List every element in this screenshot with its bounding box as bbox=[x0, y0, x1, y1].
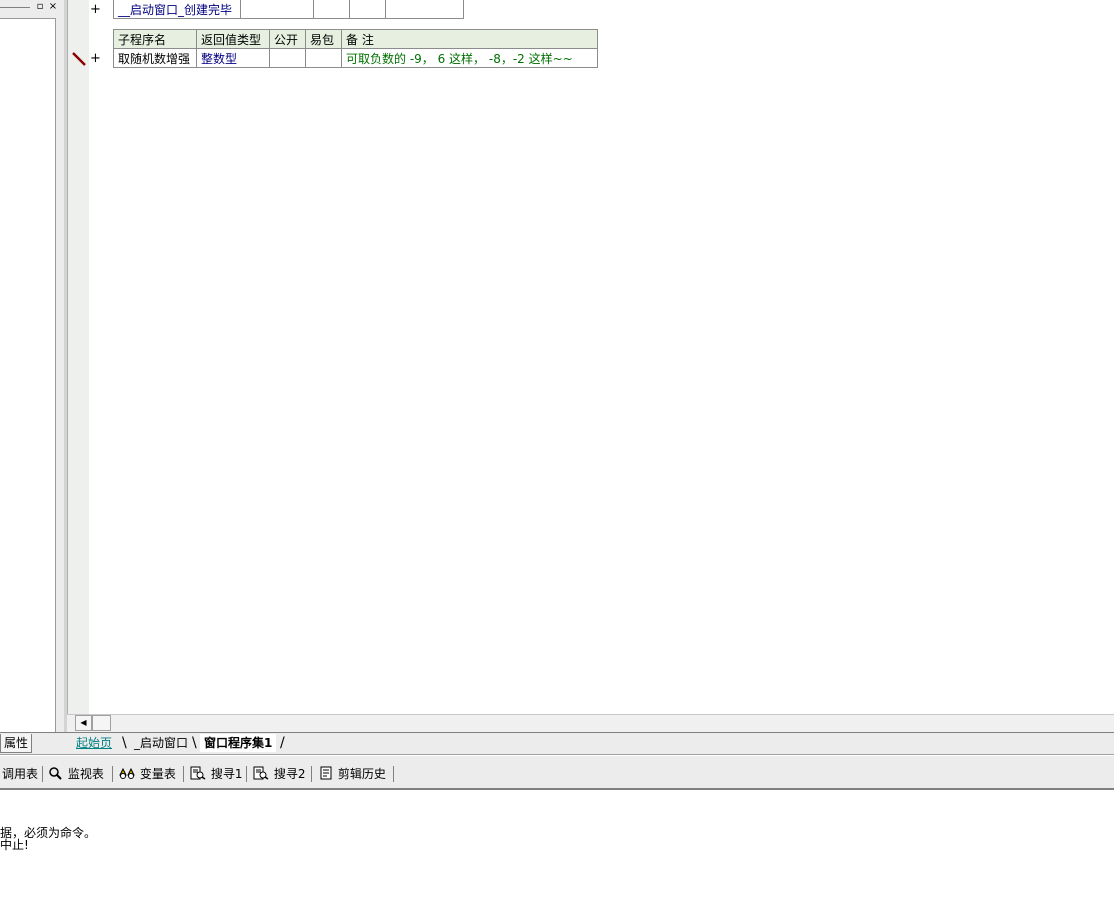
button-label: 搜寻1 bbox=[210, 767, 243, 781]
button-label: 剪辑历史 bbox=[337, 767, 386, 781]
restore-icon[interactable]: ▫ bbox=[35, 2, 45, 12]
expand-icon[interactable]: + bbox=[90, 52, 101, 65]
search-document-icon bbox=[253, 766, 269, 780]
header-remark: 备 注 bbox=[341, 29, 598, 49]
search-document-icon bbox=[190, 766, 206, 780]
properties-list[interactable] bbox=[0, 18, 56, 733]
watch-button[interactable]: 监视表 bbox=[48, 766, 104, 782]
clipboard-icon bbox=[320, 766, 332, 780]
scroll-left-icon[interactable]: ◀ bbox=[75, 715, 92, 731]
variables-button[interactable]: 变量表 bbox=[118, 766, 176, 782]
public-cell[interactable] bbox=[313, 0, 350, 19]
tab-divider: \ bbox=[122, 735, 127, 751]
table-header-row: 子程序名 返回值类型 公开 易包 备 注 bbox=[113, 29, 598, 49]
binoculars-icon bbox=[119, 767, 135, 779]
remark-text: 可取负数的 -9， 6 这样， -8，-2 这样~~ bbox=[346, 51, 573, 66]
toolbar-separator bbox=[112, 766, 113, 782]
scroll-thumb[interactable] bbox=[92, 715, 111, 731]
header-subroutine-name: 子程序名 bbox=[113, 29, 197, 49]
header-easy-pack: 易包 bbox=[305, 29, 342, 49]
button-label: 搜寻2 bbox=[273, 767, 306, 781]
tab-label: 属性 bbox=[4, 736, 29, 750]
tab-startup-window[interactable]: _启动窗口 bbox=[130, 734, 192, 752]
table-row: 取随机数增强 整数型 可取负数的 -9， 6 这样， -8，-2 这样~~ bbox=[113, 48, 598, 68]
return-type-cell[interactable]: 整数型 bbox=[196, 48, 270, 68]
clip-history-button[interactable]: 剪辑历史 bbox=[318, 766, 386, 782]
toolbar-separator bbox=[246, 766, 247, 782]
output-line: 中止! bbox=[0, 838, 29, 852]
tab-window-program-set-1[interactable]: 窗口程序集1 bbox=[200, 734, 277, 752]
header-return-type: 返回值类型 bbox=[196, 29, 270, 49]
tab-label: 起始页 bbox=[76, 736, 113, 750]
search1-button[interactable]: 搜寻1 bbox=[189, 766, 242, 782]
divider bbox=[0, 754, 1114, 755]
search2-button[interactable]: 搜寻2 bbox=[252, 766, 305, 782]
button-label: 监视表 bbox=[67, 767, 104, 781]
panel-title-line bbox=[0, 7, 30, 8]
button-label: 变量表 bbox=[139, 767, 176, 781]
subroutine-table: 子程序名 返回值类型 公开 易包 备 注 取随机数增强 整数型 可取负数的 -9… bbox=[113, 29, 598, 68]
horizontal-scrollbar[interactable] bbox=[67, 714, 1114, 732]
toolbar-separator bbox=[393, 766, 394, 782]
editor-gutter bbox=[67, 0, 90, 716]
subroutine-name: 取随机数增强 bbox=[118, 51, 191, 66]
easy-pack-cell[interactable] bbox=[349, 0, 386, 19]
magnifier-icon bbox=[49, 767, 62, 780]
subroutine-name: __启动窗口_创建完毕 bbox=[118, 2, 233, 17]
subroutine-name-cell[interactable]: __启动窗口_创建完毕 bbox=[113, 0, 241, 19]
tab-divider: / bbox=[280, 735, 285, 751]
tab-label: _启动窗口 bbox=[134, 736, 189, 750]
remark-cell[interactable] bbox=[385, 0, 464, 19]
easy-pack-cell[interactable] bbox=[305, 48, 342, 68]
close-icon[interactable]: × bbox=[48, 2, 58, 12]
remark-cell[interactable]: 可取负数的 -9， 6 这样， -8，-2 这样~~ bbox=[341, 48, 598, 68]
tab-properties[interactable]: 属性 bbox=[0, 734, 33, 753]
output-pane[interactable] bbox=[0, 790, 1114, 914]
button-label: 调用表 bbox=[2, 767, 39, 781]
toolbar-separator bbox=[42, 766, 43, 782]
toolbar-separator bbox=[311, 766, 312, 782]
return-type-cell[interactable] bbox=[240, 0, 314, 19]
event-subroutine-table: __启动窗口_创建完毕 bbox=[113, 0, 464, 19]
tab-label: 窗口程序集1 bbox=[204, 736, 273, 750]
tab-divider: \ bbox=[192, 735, 197, 751]
return-type: 整数型 bbox=[201, 51, 238, 66]
call-stack-button[interactable]: 调用表 bbox=[2, 766, 38, 782]
header-public: 公开 bbox=[269, 29, 306, 49]
tab-start-page[interactable]: 起始页 bbox=[72, 734, 116, 752]
pencil-icon bbox=[72, 52, 86, 66]
subroutine-name-cell[interactable]: 取随机数增强 bbox=[113, 48, 197, 68]
toolbar-separator bbox=[183, 766, 184, 782]
expand-icon[interactable]: + bbox=[90, 3, 101, 16]
public-cell[interactable] bbox=[269, 48, 306, 68]
code-editor[interactable] bbox=[89, 0, 1114, 716]
